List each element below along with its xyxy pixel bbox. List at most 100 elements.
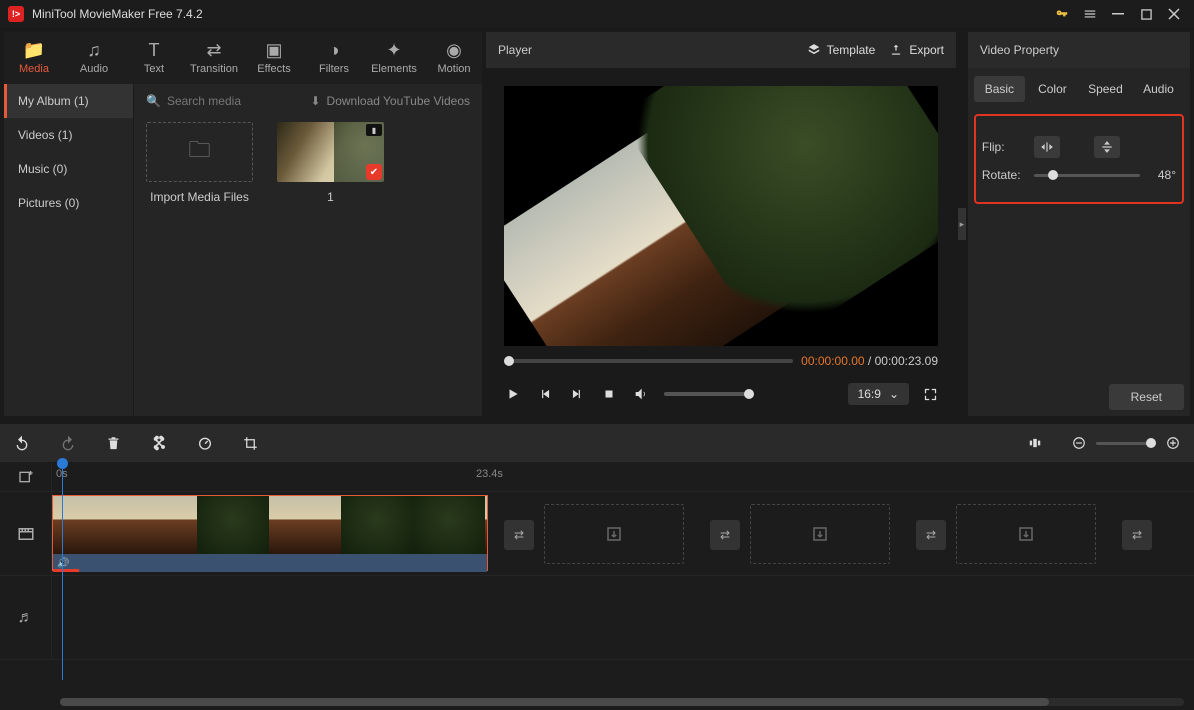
minimize-button[interactable] — [1104, 0, 1132, 28]
stop-button[interactable] — [600, 385, 618, 403]
download-label: Download YouTube Videos — [327, 94, 470, 108]
video-track-icon[interactable] — [0, 492, 52, 575]
preview-frame — [504, 86, 938, 346]
tab-text[interactable]: TText — [124, 32, 184, 84]
video-badge-icon: ▮ — [366, 124, 382, 136]
transition-icon: ⇄ — [206, 41, 221, 59]
tab-elements[interactable]: ✦Elements — [364, 32, 424, 84]
rotate-slider[interactable] — [1034, 174, 1140, 177]
tab-transition[interactable]: ⇄ Transition — [184, 32, 244, 84]
zoom-fit-button[interactable] — [1028, 436, 1042, 450]
time-ruler[interactable]: 0s 23.4s — [52, 462, 1194, 491]
sidebar-item-music[interactable]: Music (0) — [4, 152, 133, 186]
rotate-value: 48° — [1148, 168, 1176, 182]
video-clip[interactable]: 🔊 — [52, 495, 488, 571]
maximize-button[interactable] — [1132, 0, 1160, 28]
delete-button[interactable] — [106, 436, 121, 451]
add-transition-button[interactable]: ⇄ — [1122, 520, 1152, 550]
undo-button[interactable] — [14, 435, 30, 451]
tab-audio[interactable]: ♫Audio — [64, 32, 124, 84]
property-tabs: Basic Color Speed Audio — [968, 68, 1190, 110]
export-icon — [889, 43, 903, 57]
tab-label: Effects — [257, 63, 290, 75]
activate-key-icon[interactable] — [1048, 0, 1076, 28]
sidebar-item-my-album[interactable]: My Album (1) — [4, 84, 133, 118]
time-total: 00:00:23.09 — [875, 354, 938, 368]
add-transition-button[interactable]: ⇄ — [916, 520, 946, 550]
empty-clip-slot[interactable] — [956, 504, 1096, 564]
aspect-ratio-select[interactable]: 16:9 ⌄ — [848, 383, 909, 405]
fullscreen-button[interactable] — [923, 387, 938, 402]
filters-icon: ◑ — [329, 41, 340, 59]
menu-icon[interactable] — [1076, 0, 1104, 28]
text-icon: T — [149, 41, 160, 59]
ratio-value: 16:9 — [858, 387, 881, 401]
export-button[interactable]: Export — [889, 43, 944, 57]
audio-track-icon[interactable]: ♬ — [0, 576, 52, 659]
flip-vertical-button[interactable] — [1094, 136, 1120, 158]
rotate-label: Rotate: — [982, 168, 1026, 182]
volume-slider[interactable] — [664, 392, 754, 396]
video-track[interactable]: 🔊 ⇄ ⇄ ⇄ ⇄ — [52, 492, 1194, 575]
media-clip-1[interactable]: ▮ ✔ 1 — [277, 122, 384, 204]
add-transition-button[interactable]: ⇄ — [710, 520, 740, 550]
timecode: 00:00:00.00 / 00:00:23.09 — [801, 354, 938, 368]
zoom-in-button[interactable] — [1166, 436, 1180, 450]
speed-button[interactable] — [197, 435, 213, 451]
selected-check-icon: ✔ — [366, 164, 382, 180]
media-panel: 📁Media ♫Audio TText ⇄ Transition ▣Effects… — [4, 32, 482, 416]
import-media-button[interactable]: 🗀 Import Media Files — [146, 122, 253, 204]
empty-clip-slot[interactable] — [750, 504, 890, 564]
redo-button[interactable] — [60, 435, 76, 451]
clip-audio-icon: 🔊 — [57, 558, 69, 569]
property-title: Video Property — [980, 43, 1059, 57]
property-tab-color[interactable]: Color — [1027, 76, 1078, 102]
motion-icon: ◉ — [446, 41, 462, 59]
next-frame-button[interactable] — [568, 385, 586, 403]
property-tab-speed[interactable]: Speed — [1080, 76, 1131, 102]
tab-effects[interactable]: ▣Effects — [244, 32, 304, 84]
collapse-right-panel[interactable]: ▸ — [958, 208, 966, 240]
add-track-button[interactable] — [0, 462, 52, 491]
property-panel: Video Property Basic Color Speed Audio F… — [968, 32, 1190, 416]
empty-clip-slot[interactable] — [544, 504, 684, 564]
audio-track[interactable] — [52, 576, 1194, 659]
play-button[interactable] — [504, 385, 522, 403]
elements-icon: ✦ — [386, 41, 401, 59]
preview-stage[interactable] — [504, 86, 938, 346]
sidebar-item-pictures[interactable]: Pictures (0) — [4, 186, 133, 220]
tab-label: Filters — [319, 63, 349, 75]
property-tab-audio[interactable]: Audio — [1133, 76, 1184, 102]
tab-media[interactable]: 📁Media — [4, 32, 64, 84]
add-transition-button[interactable]: ⇄ — [504, 520, 534, 550]
crop-button[interactable] — [243, 436, 258, 451]
export-label: Export — [909, 43, 944, 57]
timeline: 0s 23.4s 🔊 ⇄ ⇄ ⇄ ⇄ ♬ — [0, 462, 1194, 710]
zoom-out-button[interactable] — [1072, 436, 1086, 450]
download-youtube-button[interactable]: ⬇ Download YouTube Videos — [310, 94, 470, 108]
template-button[interactable]: Template — [807, 43, 876, 57]
reset-button[interactable]: Reset — [1109, 384, 1184, 410]
zoom-slider[interactable] — [1096, 442, 1156, 445]
sidebar-item-videos[interactable]: Videos (1) — [4, 118, 133, 152]
split-button[interactable] — [151, 435, 167, 451]
flip-horizontal-button[interactable] — [1034, 136, 1060, 158]
search-placeholder: Search media — [167, 94, 241, 108]
titlebar: !> MiniTool MovieMaker Free 7.4.2 — [0, 0, 1194, 28]
player-panel: Player Template Export — [486, 32, 956, 416]
close-button[interactable] — [1160, 0, 1188, 28]
playhead[interactable] — [62, 462, 63, 680]
tab-motion[interactable]: ◉Motion — [424, 32, 484, 84]
tab-filters[interactable]: ◑ Filters — [304, 32, 364, 84]
tab-label: Audio — [80, 63, 108, 75]
basic-property-highlight: Flip: Rotate: 48° — [974, 114, 1184, 204]
prev-frame-button[interactable] — [536, 385, 554, 403]
search-input[interactable]: 🔍 Search media — [146, 94, 302, 108]
tab-label: Transition — [190, 63, 238, 75]
seek-bar[interactable] — [504, 359, 793, 363]
property-tab-basic[interactable]: Basic — [974, 76, 1025, 102]
timeline-scrollbar[interactable] — [60, 698, 1184, 706]
volume-icon[interactable] — [632, 385, 650, 403]
download-icon: ⬇ — [310, 94, 320, 108]
template-label: Template — [827, 43, 876, 57]
